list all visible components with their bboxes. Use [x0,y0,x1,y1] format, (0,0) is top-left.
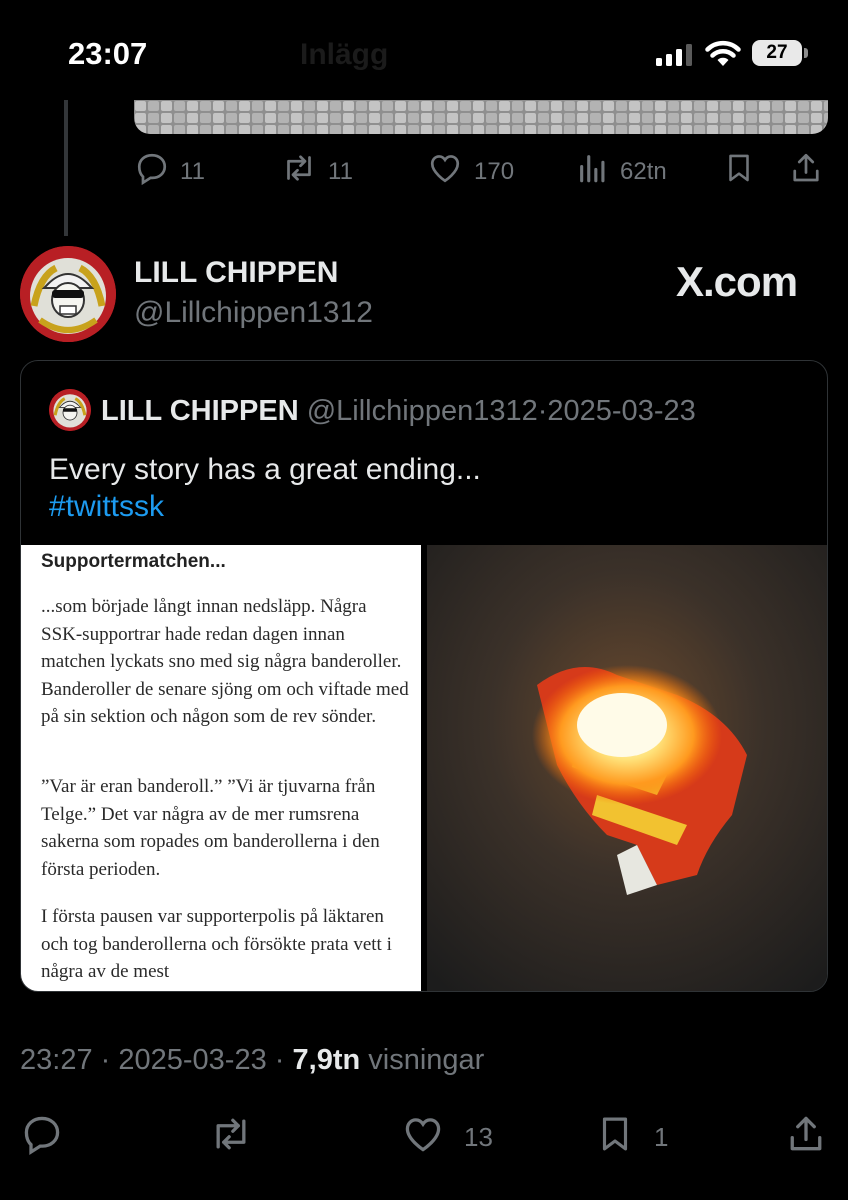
quoted-separator: · [537,395,548,427]
bookmark-button[interactable] [722,150,756,193]
quoted-date[interactable]: 2025-03-23 [547,395,695,427]
author-handle[interactable]: @Lillchippen1312 [134,296,373,330]
repost-button[interactable]: 11 [280,150,353,193]
quoted-post-card[interactable]: LILL CHIPPEN @Lillchippen1312·2025-03-23… [20,360,828,992]
status-bar-time: 23:07 [68,36,148,71]
post-action-bar: 13 1 [20,1112,828,1162]
article-paragraph: I första pausen var supporterpolis på lä… [41,906,392,982]
previous-post-image[interactable] [134,100,828,134]
views-chart-icon [576,150,610,193]
share-icon [784,1112,828,1163]
quoted-author-handle[interactable]: @Lillchippen1312 [307,395,538,427]
quoted-author-name[interactable]: LILL CHIPPEN [101,395,299,427]
reply-button[interactable]: 11 [134,150,205,193]
post-date[interactable]: 2025-03-23 [118,1044,266,1076]
share-button[interactable] [788,150,824,193]
thread-connector-line [64,100,68,236]
bookmark-count: 1 [654,1122,669,1152]
article-paragraph: ...som började långt innan nedsläpp. Någ… [41,596,409,727]
hashtag-link[interactable]: #twittssk [49,488,481,525]
battery-indicator: 27 [752,40,802,66]
quoted-post-text-block: Every story has a great ending... #twitt… [49,451,481,525]
reply-icon [20,1112,64,1163]
like-count: 13 [464,1122,493,1152]
ghost-page-title: Inlägg [300,38,389,71]
share-icon [788,150,824,193]
article-paragraph: ”Var är eran banderoll.” ”Vi är tjuvarna… [41,776,380,880]
quoted-post-header: LILL CHIPPEN @Lillchippen1312·2025-03-23 [101,395,696,428]
article-screenshot-image[interactable]: Supportermatchen... ...som började långt… [21,545,421,991]
cellular-signal-icon [656,44,696,71]
footer-separator: · [100,1044,111,1076]
previous-post-action-bar: 11 11 170 62tn [134,150,828,194]
post-timestamp-views: 23:27 · 2025-03-23 · 7,9tn visningar [20,1044,484,1077]
bookmark-icon [594,1112,636,1163]
bookmark-icon [722,150,756,193]
quoted-post-media[interactable]: Supportermatchen... ...som började långt… [21,545,827,991]
like-button[interactable]: 13 [400,1112,493,1163]
share-button[interactable] [784,1112,828,1163]
quoted-author-avatar[interactable] [49,389,91,431]
heart-icon [400,1112,446,1163]
like-button[interactable]: 170 [426,150,514,193]
burning-banner-photo[interactable] [427,545,827,991]
author-name[interactable]: LILL CHIPPEN [134,256,338,290]
x-com-watermark: X.com [676,258,798,305]
article-title: Supportermatchen... [41,551,226,572]
repost-icon [208,1112,254,1163]
like-count: 170 [474,157,515,185]
bookmark-button[interactable]: 1 [594,1112,668,1163]
footer-separator: · [274,1044,285,1076]
reply-icon [134,150,170,193]
repost-button[interactable] [208,1112,254,1163]
author-avatar[interactable] [20,246,116,342]
views-count: 62tn [620,157,667,185]
repost-icon [280,150,318,193]
wifi-icon [705,40,741,73]
heart-icon [426,150,464,193]
reply-count: 11 [180,157,205,185]
views-label: visningar [368,1044,485,1076]
reply-button[interactable] [20,1112,64,1163]
views-button[interactable]: 62tn [576,150,667,193]
repost-count: 11 [328,157,353,185]
battery-cap [804,48,808,58]
quoted-post-text: Every story has a great ending... [49,453,481,486]
post-time[interactable]: 23:27 [20,1044,93,1076]
views-count: 7,9tn [292,1044,361,1076]
